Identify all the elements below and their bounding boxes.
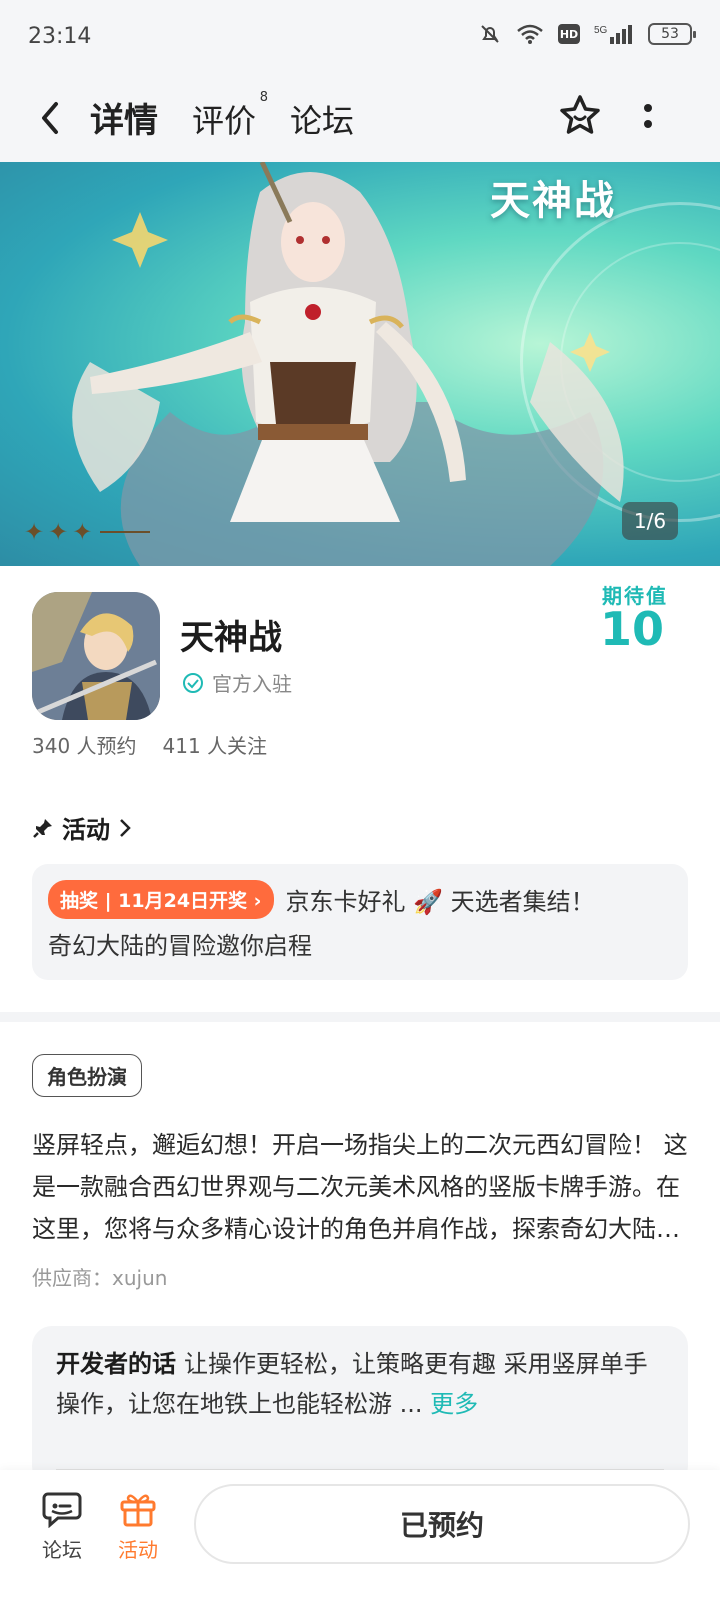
activity-text-line1: 京东卡好礼 🚀 天选者集结！	[285, 887, 595, 916]
review-count-badge: 8	[259, 90, 269, 105]
game-app-icon	[32, 592, 160, 720]
screenshot-carousel[interactable]: 天神战 ✦ ✦ ✦ 1/6	[0, 162, 720, 566]
bottom-activity-button[interactable]: 活动	[108, 1490, 168, 1563]
game-title: 天神战	[180, 618, 282, 658]
bottom-forum-label: 论坛	[42, 1538, 82, 1562]
tab-label: 评价	[192, 102, 257, 140]
status-icons: HD 5G 53	[478, 22, 696, 46]
nav-bar: 详情 评价 8 论坛	[0, 76, 720, 162]
description-text: 竖屏轻点，邂逅幻想！开启一场指尖上的二次元西幻冒险！ 这是一款融合西幻世界观与二…	[32, 1131, 688, 1243]
activity-text-line2: 奇幻大陆的冒险邀你启程	[48, 932, 312, 960]
banner-logo: 天神战	[490, 177, 616, 224]
activity-title: 活动	[62, 816, 110, 844]
game-description[interactable]: 竖屏轻点，邂逅幻想！开启一场指尖上的二次元西幻冒险！ 这是一款融合西幻世界观与二…	[32, 1124, 688, 1250]
expectation-score: 10	[599, 602, 664, 656]
star-icon	[560, 95, 600, 134]
banner-decoration: ✦ ✦ ✦	[24, 518, 151, 546]
lottery-tag[interactable]: 抽奖 | 11月24日开奖 ›	[48, 879, 274, 919]
follower-count: 411 人关注	[162, 734, 268, 758]
carousel-counter: 1/6	[622, 502, 678, 540]
back-button[interactable]	[38, 96, 72, 140]
verified-check-icon	[183, 672, 203, 693]
tab-details[interactable]: 详情	[84, 93, 164, 148]
activity-card[interactable]: 抽奖 | 11月24日开奖 › 京东卡好礼 🚀 天选者集结！ 奇幻大陆的冒险邀你…	[32, 864, 688, 980]
battery-indicator: 53	[648, 23, 696, 45]
status-bar: 23:14 HD 5G 53	[0, 0, 720, 76]
tab-bar: 详情 评价 8 论坛	[84, 86, 354, 148]
hd-badge: HD	[558, 24, 580, 44]
reserved-button[interactable]: 已预约	[194, 1484, 690, 1564]
favorite-button[interactable]	[556, 92, 604, 140]
game-info-section: 天神战 官方入驻 期待值 10 340 人预约 411 人关注	[0, 566, 720, 784]
mute-notification-icon	[478, 22, 502, 46]
chevron-right-icon	[120, 818, 131, 837]
section-divider	[0, 1012, 720, 1022]
supplier-text: 供应商：xujun	[32, 1266, 168, 1290]
tab-forum[interactable]: 论坛	[290, 96, 354, 148]
stats-row: 340 人预约 411 人关注	[32, 730, 267, 759]
reservation-count: 340 人预约	[32, 734, 137, 758]
developer-note-card[interactable]: 开发者的话 让操作更轻松，让策略更有趣 采用竖屏单手操作，让您在地铁上也能轻松游 …	[32, 1326, 688, 1486]
developer-note-label: 开发者的话	[56, 1350, 176, 1378]
gift-icon	[120, 1494, 156, 1527]
bottom-activity-label: 活动	[118, 1538, 158, 1562]
more-button[interactable]	[636, 94, 660, 138]
official-badge: 官方入驻	[182, 668, 292, 697]
svg-text:5G: 5G	[594, 25, 608, 36]
tab-label: 论坛	[290, 102, 355, 140]
tab-reviews[interactable]: 评价 8	[192, 90, 268, 148]
status-time: 23:14	[28, 24, 92, 49]
bottom-forum-button[interactable]: 论坛	[32, 1490, 92, 1563]
activity-header[interactable]: 活动	[32, 810, 132, 845]
chat-bubble-icon	[42, 1492, 82, 1528]
chevron-left-icon	[42, 102, 58, 134]
more-vertical-icon	[644, 104, 652, 112]
signal-icon: 5G	[594, 23, 634, 45]
pin-icon	[33, 818, 52, 838]
tab-label: 详情	[90, 101, 158, 141]
wifi-icon	[516, 23, 544, 45]
bottom-action-bar: 论坛 活动 已预约	[0, 1470, 720, 1612]
genre-tag[interactable]: 角色扮演	[32, 1054, 142, 1097]
official-label: 官方入驻	[212, 672, 292, 696]
more-link[interactable]: 更多	[430, 1390, 478, 1418]
